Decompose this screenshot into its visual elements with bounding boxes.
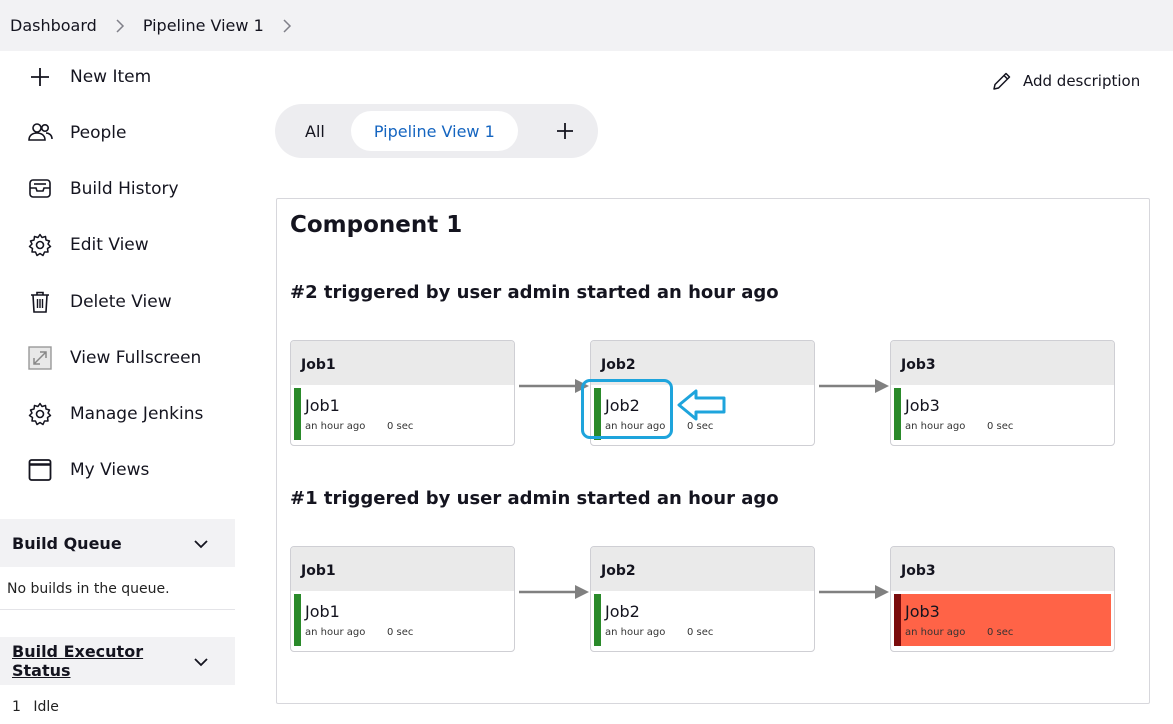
build-entry[interactable]: Job1 an hour ago 0 sec bbox=[294, 388, 511, 440]
build-entry[interactable]: Job3 an hour ago 0 sec bbox=[894, 388, 1111, 440]
view-tabs: All Pipeline View 1 bbox=[275, 104, 598, 158]
job-card[interactable]: Job1 Job1 an hour ago 0 sec bbox=[290, 546, 515, 652]
status-bar bbox=[894, 594, 901, 646]
pipeline-arrow bbox=[819, 379, 889, 393]
job-card-header[interactable]: Job1 bbox=[291, 547, 514, 591]
job-card-header[interactable]: Job3 bbox=[891, 547, 1114, 591]
executor-state: Idle bbox=[33, 699, 59, 715]
job-card-header[interactable]: Job3 bbox=[891, 341, 1114, 385]
add-description-label: Add description bbox=[1023, 72, 1141, 90]
sidebar-item-delete-view[interactable]: Delete View bbox=[26, 286, 172, 318]
sidebar-item-label: Manage Jenkins bbox=[70, 404, 204, 424]
sidebar-item-my-views[interactable]: My Views bbox=[26, 454, 149, 486]
window-icon bbox=[26, 456, 54, 484]
chevron-down-icon[interactable] bbox=[193, 534, 209, 553]
pipeline-arrow bbox=[819, 585, 889, 599]
plus-icon bbox=[26, 63, 54, 91]
tab-pipeline-view-1[interactable]: Pipeline View 1 bbox=[350, 111, 518, 151]
build-name[interactable]: Job3 bbox=[905, 396, 940, 415]
build-duration: 0 sec bbox=[387, 627, 414, 638]
add-description-button[interactable]: Add description bbox=[991, 70, 1140, 92]
build-history-icon bbox=[26, 175, 54, 203]
build-name[interactable]: Job2 bbox=[605, 602, 640, 621]
trash-icon bbox=[26, 288, 54, 316]
sidebar-item-people[interactable]: People bbox=[26, 117, 126, 149]
job-card[interactable]: Job3 Job3 an hour ago 0 sec bbox=[890, 546, 1115, 652]
build-name[interactable]: Job3 bbox=[905, 602, 940, 621]
status-bar bbox=[294, 594, 301, 646]
status-bar bbox=[594, 594, 601, 646]
component-title: Component 1 bbox=[290, 212, 463, 238]
job-card[interactable]: Job1 Job1 an hour ago 0 sec bbox=[290, 340, 515, 446]
run-title[interactable]: #2 triggered by user admin started an ho… bbox=[290, 282, 779, 303]
divider bbox=[0, 609, 235, 610]
build-queue-title: Build Queue bbox=[12, 533, 122, 553]
plus-icon bbox=[556, 123, 573, 139]
chevron-right-icon[interactable] bbox=[281, 18, 293, 33]
sidebar-item-manage-jenkins[interactable]: Manage Jenkins bbox=[26, 398, 203, 430]
executor-row: 1 Idle bbox=[12, 699, 59, 715]
sidebar-item-new-item[interactable]: New Item bbox=[26, 61, 151, 93]
build-time: an hour ago bbox=[305, 421, 366, 432]
build-duration: 0 sec bbox=[987, 421, 1014, 432]
build-time: an hour ago bbox=[905, 421, 966, 432]
build-time: an hour ago bbox=[905, 627, 966, 638]
sidebar-item-label: New Item bbox=[70, 67, 152, 87]
gear-icon bbox=[26, 231, 54, 259]
add-view-button[interactable] bbox=[536, 111, 594, 151]
pipeline-arrow bbox=[519, 379, 589, 393]
chevron-down-icon[interactable] bbox=[193, 652, 209, 671]
executor-status-title[interactable]: Build Executor Status bbox=[12, 642, 193, 680]
build-queue-header[interactable]: Build Queue bbox=[0, 519, 235, 567]
build-entry[interactable]: Job1 an hour ago 0 sec bbox=[294, 594, 511, 646]
sidebar-item-label: Edit View bbox=[70, 235, 149, 255]
build-entry[interactable]: Job2 an hour ago 0 sec bbox=[594, 594, 811, 646]
build-queue-empty: No builds in the queue. bbox=[7, 581, 170, 597]
status-bar bbox=[294, 388, 301, 440]
breadcrumb-dashboard[interactable]: Dashboard bbox=[10, 16, 97, 35]
build-duration: 0 sec bbox=[687, 421, 714, 432]
job-card[interactable]: Job2 Job2 an hour ago 0 sec bbox=[590, 546, 815, 652]
build-time: an hour ago bbox=[305, 627, 366, 638]
highlight-box bbox=[581, 379, 673, 439]
sidebar-item-label: People bbox=[70, 123, 127, 143]
run-title[interactable]: #1 triggered by user admin started an ho… bbox=[290, 488, 779, 509]
sidebar-item-label: Build History bbox=[70, 179, 179, 199]
sidebar-item-view-fullscreen[interactable]: View Fullscreen bbox=[26, 342, 201, 374]
gear-icon bbox=[26, 400, 54, 428]
sidebar-item-label: View Fullscreen bbox=[70, 348, 202, 368]
status-bar bbox=[894, 388, 901, 440]
pipeline-arrow bbox=[519, 585, 589, 599]
chevron-right-icon[interactable] bbox=[114, 18, 126, 33]
sidebar-item-build-history[interactable]: Build History bbox=[26, 173, 179, 205]
pointer-arrow-icon bbox=[677, 389, 726, 421]
job-card-header[interactable]: Job1 bbox=[291, 341, 514, 385]
tab-all[interactable]: All bbox=[285, 111, 345, 151]
build-name[interactable]: Job1 bbox=[305, 396, 340, 415]
build-name[interactable]: Job1 bbox=[305, 602, 340, 621]
build-time: an hour ago bbox=[605, 627, 666, 638]
build-entry-failed[interactable]: Job3 an hour ago 0 sec bbox=[894, 594, 1111, 646]
build-duration: 0 sec bbox=[387, 421, 414, 432]
sidebar-item-label: My Views bbox=[70, 460, 150, 480]
fullscreen-icon bbox=[26, 344, 54, 372]
breadcrumb-pipeline-view[interactable]: Pipeline View 1 bbox=[143, 16, 264, 35]
executor-status-header[interactable]: Build Executor Status bbox=[0, 637, 235, 685]
build-duration: 0 sec bbox=[987, 627, 1014, 638]
job-card[interactable]: Job3 Job3 an hour ago 0 sec bbox=[890, 340, 1115, 446]
executor-number: 1 bbox=[12, 699, 21, 715]
build-duration: 0 sec bbox=[687, 627, 714, 638]
breadcrumb: Dashboard Pipeline View 1 bbox=[0, 0, 1173, 51]
people-icon bbox=[26, 119, 54, 147]
sidebar-item-label: Delete View bbox=[70, 292, 172, 312]
sidebar-item-edit-view[interactable]: Edit View bbox=[26, 229, 149, 261]
pencil-icon bbox=[993, 72, 1011, 90]
job-card-header[interactable]: Job2 bbox=[591, 547, 814, 591]
